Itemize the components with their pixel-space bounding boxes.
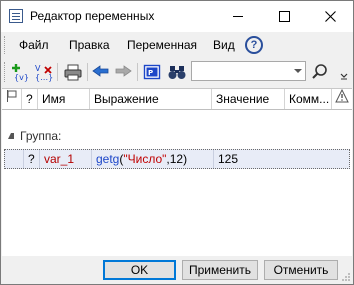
- overflow-chevron-icon: [340, 73, 348, 80]
- header-expression[interactable]: Выражение: [90, 89, 212, 109]
- dialog-footer: OK Применить Отменить: [1, 256, 353, 284]
- title-bar: Редактор переменных: [1, 1, 353, 32]
- print-button[interactable]: [63, 62, 83, 82]
- warning-icon: [335, 89, 349, 103]
- add-variable-icon: {v}: [12, 64, 29, 82]
- grid-header: ? Имя Выражение Значение Комм...: [2, 89, 352, 110]
- minimize-icon: [233, 16, 243, 17]
- svg-text:P: P: [148, 69, 153, 77]
- svg-text:V: V: [35, 64, 41, 73]
- search-icon: [312, 64, 327, 79]
- expr-close-paren: ): [183, 152, 188, 166]
- header-comment[interactable]: Комм...: [285, 89, 332, 109]
- svg-text:{v}: {v}: [14, 73, 29, 82]
- header-warning[interactable]: [332, 89, 352, 109]
- maximize-button[interactable]: [261, 1, 307, 32]
- apply-button[interactable]: Применить: [182, 260, 258, 280]
- toolbar-grip[interactable]: [4, 62, 7, 82]
- cancel-button[interactable]: Отменить: [264, 260, 338, 280]
- search-button[interactable]: [310, 62, 330, 82]
- row-flag-cell[interactable]: [5, 150, 24, 168]
- toolbar-separator: [87, 63, 88, 81]
- row-status: ?: [24, 150, 40, 168]
- ok-button[interactable]: OK: [103, 260, 176, 280]
- svg-text:{…}: {…}: [35, 73, 53, 82]
- close-button[interactable]: [307, 1, 353, 32]
- search-combobox[interactable]: [191, 61, 306, 81]
- menu-edit[interactable]: Правка: [69, 38, 110, 52]
- add-variable-button[interactable]: {v}: [11, 62, 31, 82]
- menu-variable[interactable]: Переменная: [127, 38, 197, 52]
- back-button[interactable]: [91, 62, 111, 82]
- arrow-left-icon: [92, 65, 109, 77]
- forward-button[interactable]: [113, 62, 133, 82]
- expr-function: getg: [96, 152, 120, 166]
- table-row[interactable]: ? var_1 getg("Число",12) 125: [4, 149, 350, 169]
- row-value[interactable]: 125: [214, 150, 350, 168]
- help-icon[interactable]: ?: [245, 36, 263, 54]
- binoculars-icon: [168, 66, 186, 79]
- window-title: Редактор переменных: [30, 9, 155, 23]
- menu-bar: Файл Правка Переменная Вид ?: [1, 32, 353, 58]
- collapse-arrow-icon[interactable]: [8, 133, 14, 139]
- variable-editor-window: Редактор переменных Файл Правка Переменн…: [0, 0, 354, 285]
- header-status[interactable]: ?: [22, 89, 38, 109]
- menu-file[interactable]: Файл: [19, 38, 49, 52]
- find-button[interactable]: [167, 62, 187, 82]
- row-expression[interactable]: getg("Число",12): [92, 150, 214, 168]
- header-flag[interactable]: [2, 89, 22, 109]
- expr-number: 12: [169, 152, 184, 166]
- maximize-icon: [278, 11, 290, 22]
- toolbar-overflow-button[interactable]: [338, 62, 350, 82]
- header-value[interactable]: Значение: [212, 89, 285, 109]
- expr-string: "Число": [123, 152, 167, 166]
- menu-view[interactable]: Вид: [213, 38, 235, 52]
- resize-grip-icon[interactable]: [341, 272, 351, 282]
- delete-variable-button[interactable]: V {…}: [33, 62, 53, 82]
- group-label: Группа:: [20, 129, 62, 143]
- properties-button[interactable]: P: [142, 62, 162, 82]
- header-name[interactable]: Имя: [38, 89, 90, 109]
- row-name[interactable]: var_1: [40, 150, 92, 168]
- app-table-icon: [9, 9, 23, 23]
- toolbar: {v} V {…} P: [1, 58, 353, 86]
- toolbar-separator: [57, 63, 58, 81]
- flag-icon: [7, 90, 17, 102]
- properties-icon: P: [143, 64, 161, 80]
- close-icon: [324, 11, 336, 22]
- delete-variable-icon: V {…}: [35, 64, 53, 82]
- arrow-right-icon: [115, 65, 132, 77]
- toolbar-separator: [137, 63, 138, 81]
- variables-grid[interactable]: ? Имя Выражение Значение Комм... Группа:…: [2, 88, 352, 257]
- menu-grip[interactable]: [4, 36, 7, 54]
- printer-icon: [64, 64, 82, 81]
- chevron-down-icon[interactable]: [294, 69, 302, 73]
- group-header[interactable]: Группа:: [8, 129, 61, 143]
- minimize-button[interactable]: [215, 1, 261, 32]
